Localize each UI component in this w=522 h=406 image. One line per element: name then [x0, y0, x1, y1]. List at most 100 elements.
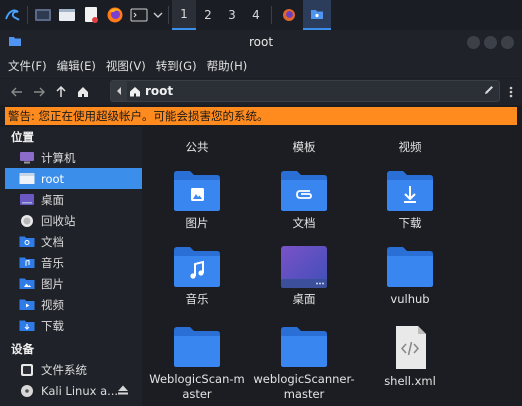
- menu-go[interactable]: 转到(G): [156, 58, 197, 74]
- location-toolbar: root: [0, 79, 522, 105]
- workspace-3[interactable]: 3: [220, 0, 244, 30]
- path-bar[interactable]: root: [110, 80, 500, 102]
- file-label-templates[interactable]: 模板: [252, 139, 356, 155]
- disc-icon: [19, 384, 35, 398]
- sidebar-item-label: 计算机: [41, 150, 76, 165]
- sidebar-item-desktop[interactable]: 桌面: [0, 189, 142, 210]
- file-label-public[interactable]: 公共: [145, 139, 249, 155]
- downloads-folder-icon: [19, 319, 35, 333]
- file-label: 桌面: [292, 292, 316, 306]
- menu-help[interactable]: 帮助(H): [207, 58, 248, 74]
- window-titlebar[interactable]: root: [0, 30, 522, 54]
- sidebar-item-label: 图片: [41, 276, 64, 291]
- sidebar-item-root[interactable]: root: [5, 168, 142, 189]
- parent-folder-button[interactable]: [50, 81, 72, 103]
- sidebar-item-music[interactable]: 音乐: [0, 252, 142, 273]
- file-item-shell-xml[interactable]: shell.xml: [358, 325, 462, 389]
- sidebar-item-videos[interactable]: 视频: [0, 294, 142, 315]
- documents-folder-icon: [252, 169, 356, 216]
- firefox-launcher-icon[interactable]: [103, 0, 127, 30]
- sidebar-item-label: 文件系统: [41, 362, 87, 377]
- file-label: 图片: [185, 216, 209, 230]
- file-label-videos[interactable]: 视频: [358, 139, 462, 155]
- file-manager-launcher-icon[interactable]: [55, 0, 79, 30]
- top-panel: 1 2 3 4: [0, 0, 522, 30]
- terminal-launcher-icon[interactable]: [127, 0, 151, 30]
- home-icon: [130, 86, 140, 96]
- pictures-folder-icon: [19, 277, 35, 291]
- music-folder-icon: [145, 245, 249, 292]
- maximize-button[interactable]: [484, 36, 497, 49]
- sidebar-item-label: 视频: [41, 297, 64, 312]
- sidebar-item-pictures[interactable]: 图片: [0, 273, 142, 294]
- file-label: WeblogicScan-master: [149, 372, 245, 401]
- trash-icon: [19, 214, 35, 228]
- launcher-chevron-down-icon[interactable]: [151, 0, 165, 30]
- close-button[interactable]: [501, 36, 514, 49]
- sidebar-item-label: root: [41, 171, 65, 186]
- folder-icon: [252, 325, 356, 372]
- file-item-weblogicscan-master[interactable]: WeblogicScan-master: [145, 325, 249, 402]
- sidebar-item-label: 音乐: [41, 255, 64, 270]
- panel-separator: [168, 6, 169, 24]
- file-label: 文档: [292, 216, 316, 230]
- arrow-left-icon: [11, 87, 22, 97]
- sidebar: 位置 计算机 root 桌面 回收站 文档 音乐 图片 视频 下载 设备 文件系…: [0, 127, 142, 406]
- sidebar-item-kali-disc[interactable]: Kali Linux a...: [0, 380, 142, 401]
- sidebar-item-computer[interactable]: 计算机: [0, 147, 142, 168]
- file-item-documents[interactable]: 文档: [252, 169, 356, 231]
- chevron-left-icon: [117, 87, 121, 95]
- music-folder-icon: [19, 256, 35, 270]
- sidebar-item-downloads[interactable]: 下载: [0, 315, 142, 336]
- file-item-pictures[interactable]: 图片: [145, 169, 249, 231]
- home-button[interactable]: [72, 81, 94, 103]
- window-title: root: [248, 35, 274, 49]
- home-icon: [78, 87, 88, 97]
- file-manager-window-button[interactable]: [303, 0, 331, 30]
- menu-bar: 文件(F) 编辑(E) 视图(V) 转到(G) 帮助(H): [0, 54, 522, 78]
- file-item-downloads[interactable]: 下载: [358, 169, 462, 231]
- sidebar-item-trash[interactable]: 回收站: [0, 210, 142, 231]
- file-label: vulhub: [390, 292, 430, 306]
- sidebar-item-documents[interactable]: 文档: [0, 231, 142, 252]
- eject-icon[interactable]: [117, 384, 129, 399]
- sidebar-item-filesystem[interactable]: 文件系统: [0, 359, 142, 380]
- sidebar-heading-places: 位置: [11, 130, 34, 144]
- firefox-window-button[interactable]: [275, 0, 303, 30]
- path-scroll-left-button[interactable]: [111, 81, 127, 101]
- desktop-icon: [19, 193, 35, 207]
- pencil-icon: [485, 86, 493, 94]
- arrow-right-icon: [34, 87, 45, 97]
- kali-menu-icon[interactable]: [0, 0, 24, 30]
- show-desktop-icon[interactable]: [31, 0, 55, 30]
- back-button[interactable]: [6, 81, 28, 103]
- kebab-menu-icon: [509, 86, 513, 98]
- text-editor-launcher-icon[interactable]: [79, 0, 103, 30]
- file-item-vulhub[interactable]: vulhub: [358, 245, 462, 307]
- workspace-2[interactable]: 2: [196, 0, 220, 30]
- folder-icon: [358, 245, 462, 292]
- menu-view[interactable]: 视图(V): [106, 58, 146, 74]
- path-crumb-root[interactable]: root: [129, 81, 173, 101]
- pictures-folder-icon: [145, 169, 249, 216]
- folder-icon: [145, 325, 249, 372]
- videos-folder-icon: [19, 298, 35, 312]
- documents-folder-icon: [19, 235, 35, 249]
- root-warning-banner: 警告: 您正在使用超级帐户。可能会损害您的系统。: [5, 107, 517, 125]
- file-label: 音乐: [185, 292, 209, 306]
- more-menu-button[interactable]: [500, 81, 522, 103]
- file-item-music[interactable]: 音乐: [145, 245, 249, 307]
- home-folder-icon: [19, 172, 35, 186]
- forward-button[interactable]: [28, 81, 50, 103]
- file-item-weblogicscanner-master[interactable]: weblogicScanner-master: [252, 325, 356, 402]
- edit-path-button[interactable]: [483, 84, 495, 99]
- menu-file[interactable]: 文件(F): [8, 58, 47, 74]
- menu-edit[interactable]: 编辑(E): [57, 58, 96, 74]
- file-label: shell.xml: [384, 374, 436, 388]
- xml-file-icon: [358, 325, 462, 374]
- workspace-4[interactable]: 4: [244, 0, 268, 30]
- computer-icon: [19, 151, 35, 165]
- workspace-1[interactable]: 1: [172, 0, 196, 30]
- file-item-desktop[interactable]: 桌面: [252, 245, 356, 307]
- minimize-button[interactable]: [467, 36, 480, 49]
